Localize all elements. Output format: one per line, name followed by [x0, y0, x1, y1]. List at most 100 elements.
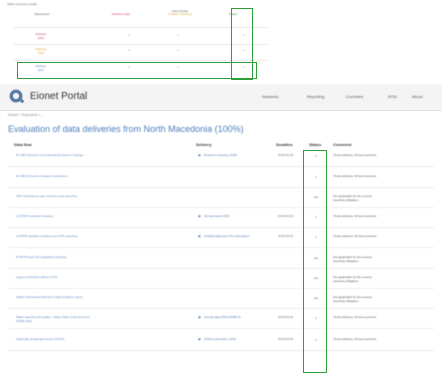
deadline-date-line: 2019-02-15 [278, 153, 294, 157]
comment-cell-line: Timely delivery. All items present [333, 315, 377, 319]
dataflow-link-line[interactable]: Air NEC Directive and National Emissions… [16, 153, 186, 158]
delivery-link[interactable]: Annual data 2018 (WISE-3) [204, 315, 284, 320]
dataflow-link[interactable]: Air NEC Directive emission projections [16, 174, 186, 179]
table-row: CLRTAP gridded emissions and LPS reporti… [8, 230, 434, 248]
dataflow-link-line[interactable]: E-PRTR and LCP integrated reporting [16, 255, 186, 260]
column-header-comment: Comment [333, 142, 352, 147]
delivery-envelope-icon: ▣ [198, 315, 201, 319]
column-header-delivery: Delivery [196, 142, 212, 147]
deadline-date: 2019-02-15 [278, 214, 306, 219]
dataflow-link[interactable]: CLRTAP gridded emissions and LPS reporti… [16, 234, 186, 239]
comment-cell-line: Timely delivery. All items present [333, 174, 377, 178]
menu-rod[interactable]: ROD [388, 94, 397, 99]
deadline-date: 2019-03-31 [278, 315, 306, 320]
comment-cell: Not applicable for the country reporting … [333, 194, 428, 202]
summary-cell: x [128, 48, 130, 52]
summary-caption: Table summary results [7, 2, 38, 6]
row-divider [8, 328, 434, 329]
table-row: Nationally designated areas (CDDA) ▣ CDDA … [8, 333, 434, 351]
comment-cell: Timely delivery. All items present [333, 153, 428, 158]
top-navbar: Eionet Portal Networks Reporting Countri… [0, 84, 442, 111]
comment-cell: Timely delivery. All items present [333, 337, 428, 342]
comment-cell-line: Timely delivery. All items present [333, 234, 377, 238]
deadline-date-line: 2019-02-15 [278, 214, 294, 218]
comment-cell: Not applicable for the country reporting … [333, 295, 428, 303]
deadline-date: 2019-05-01 [278, 234, 306, 239]
table-row: Large combustion plants (LCP) n/a Not appl… [8, 271, 434, 289]
delivery-link-line[interactable]: Emission inventory 2018 [204, 153, 284, 158]
summary-cell: x [177, 33, 179, 37]
deadline-date-line: 2019-05-01 [278, 234, 294, 238]
column-header-status: Status [309, 142, 322, 147]
dataflow-link-line[interactable]: Air NEC Directive emission projections [16, 174, 186, 179]
menu-about[interactable]: About [412, 94, 422, 99]
delivery-link[interactable]: Gridded data and LPS submission [204, 234, 284, 239]
row-divider [8, 247, 434, 248]
comment-cell-line: reporting obligation [333, 278, 359, 283]
row-divider [8, 207, 434, 208]
deadline-date: 2019-03-01 [278, 337, 306, 342]
dataflow-link-line[interactable]: Nationally designated areas (CDDA) [16, 337, 186, 342]
menu-reporting[interactable]: Reporting [307, 94, 324, 99]
summary-divider [14, 44, 268, 45]
row-divider [8, 227, 434, 228]
comment-cell: Not applicable for the country reporting … [333, 255, 428, 263]
delivery-link[interactable]: Annual report 2018 [204, 214, 284, 219]
dataflow-link[interactable]: CRF Greenhouse gas inventory and reporti… [16, 194, 186, 199]
dataflow-link-line[interactable]: CRF Greenhouse gas inventory and reporti… [16, 194, 186, 199]
menu-networks[interactable]: Networks [262, 94, 279, 99]
deadline-date: 2019-02-15 [278, 153, 306, 158]
brand-title[interactable]: Eionet Portal [30, 91, 87, 102]
comment-cell-line: reporting obligation [333, 197, 359, 202]
summary-header-submission: Submission [34, 12, 50, 16]
table-row: Air NEC Directive and National Emissions… [8, 149, 434, 167]
summary-cell: x [177, 48, 179, 52]
comment-cell-line: Timely delivery. All items present [333, 337, 377, 341]
table-row: CRF Greenhouse gas inventory and reporti… [8, 190, 434, 208]
dataflow-link[interactable]: Waste Framework Directive implementation… [16, 295, 186, 300]
row-highlight [17, 62, 257, 79]
table-row: E-PRTR and LCP integrated reporting n/a No… [8, 251, 434, 269]
comment-cell-line: Timely delivery. All items present [333, 153, 377, 157]
eionet-logo-icon[interactable] [8, 88, 26, 106]
comment-cell: Timely delivery. All items present [333, 174, 428, 179]
dataflow-link[interactable]: Water quantity and quality - Water State… [16, 315, 186, 324]
row-divider [8, 350, 434, 351]
delivery-link-line[interactable]: Gridded data and LPS submission [204, 234, 284, 239]
status-column-highlight [303, 150, 327, 373]
summary-header-problem: Problem reported [168, 12, 192, 16]
dataflow-link-line[interactable]: CLRTAP emission inventory [16, 214, 186, 219]
dataflow-link[interactable]: Nationally designated areas (CDDA) [16, 337, 186, 342]
row-divider [8, 308, 434, 309]
dataflow-link-line[interactable]: Large combustion plants (LCP) [16, 275, 186, 280]
delivery-link-line[interactable]: Annual data 2018 (WISE-3) [204, 315, 284, 320]
dataflow-link[interactable]: CLRTAP emission inventory [16, 214, 186, 219]
summary-header-late: Delivered late [111, 12, 131, 16]
comment-cell: Timely delivery. All items present [333, 234, 428, 239]
dataflow-link-line[interactable]: CLRTAP gridded emissions and LPS reporti… [16, 234, 186, 239]
portal-page: Eionet Portal Networks Reporting Countri… [0, 84, 442, 375]
summary-cell: x [128, 33, 130, 37]
dataflow-link[interactable]: Large combustion plants (LCP) [16, 275, 186, 280]
breadcrumb[interactable]: Eionet > Reportnet > ... [8, 113, 44, 117]
menu-countries[interactable]: Countries [346, 94, 363, 99]
delivery-link-line[interactable]: CDDA submission 2019 [204, 337, 284, 342]
row-divider [8, 288, 434, 289]
summary-row-label: Delivery 2015 [35, 32, 47, 40]
dataflow-link-line[interactable]: Waste Framework Directive implementation… [16, 295, 186, 300]
dataflow-link[interactable]: Air NEC Directive and National Emissions… [16, 153, 186, 158]
delivery-link[interactable]: Emission inventory 2018 [204, 153, 284, 158]
delivery-envelope-icon: ▣ [198, 153, 201, 157]
delivery-envelope-icon: ▣ [198, 337, 201, 341]
dataflow-link[interactable]: E-PRTR and LCP integrated reporting [16, 255, 186, 260]
column-header-dataflow: Data flow [14, 142, 32, 147]
row-divider [8, 268, 434, 269]
page-title: Evaluation of data deliveries from North… [8, 124, 244, 134]
delivery-envelope-icon: ▣ [198, 214, 201, 218]
row-divider [8, 166, 434, 167]
dataflow-link-line[interactable]: (WISE SoE) [16, 319, 186, 324]
delivery-link-line[interactable]: Annual report 2018 [204, 214, 284, 219]
summary-row: Delivery 2015 x x x [14, 32, 268, 43]
delivery-link[interactable]: CDDA submission 2019 [204, 337, 284, 342]
comment-cell-line: reporting obligation [333, 298, 359, 303]
